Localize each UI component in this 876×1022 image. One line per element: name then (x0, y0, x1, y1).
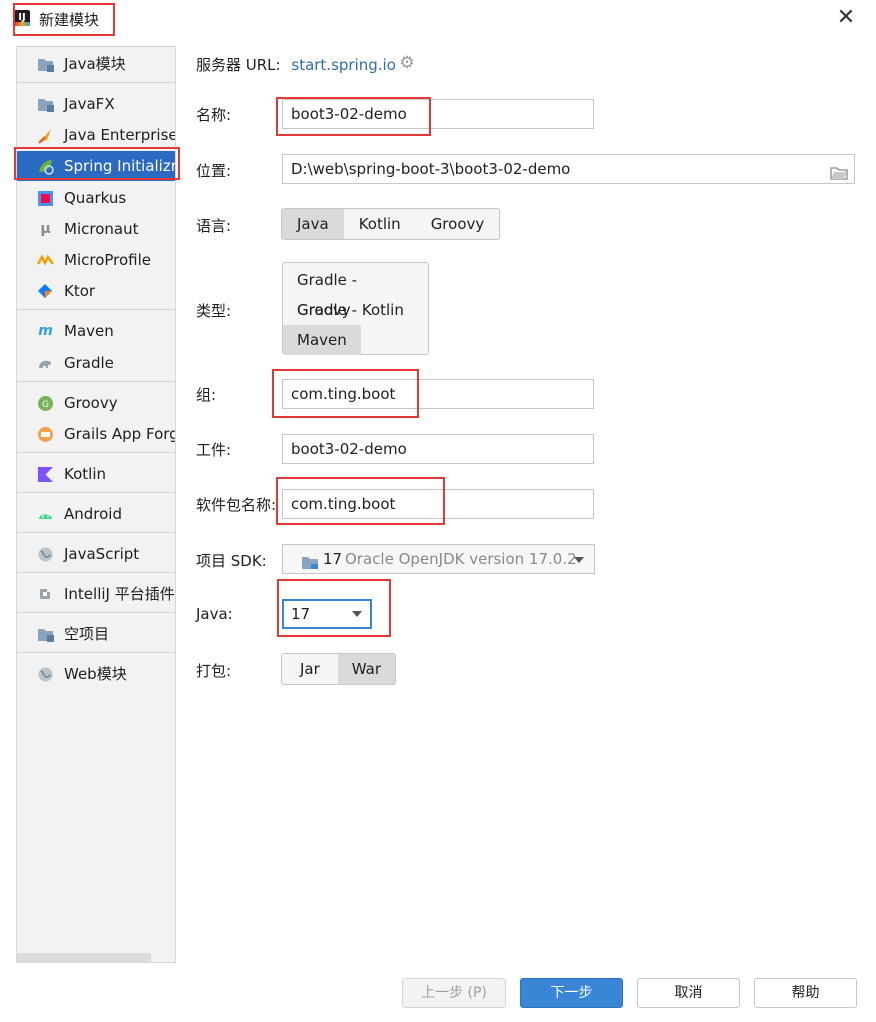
kotlin-icon (37, 466, 54, 483)
sdk-version: 17 (323, 550, 343, 568)
location-value: D:\web\spring-boot-3\boot3-02-demo (291, 160, 571, 178)
divider (17, 309, 175, 310)
sdk-folder-icon (301, 551, 319, 579)
artifact-label: 工件: (196, 441, 232, 459)
sidebar-item-gradle[interactable]: Gradle (17, 348, 175, 378)
divider (17, 381, 175, 382)
globe-icon (37, 546, 54, 563)
folder-icon (37, 56, 54, 73)
type-option-gradle-kotlin[interactable]: Gradle - Kotlin (283, 295, 418, 325)
sidebar-item-android[interactable]: Android (17, 499, 175, 529)
packaging-option-war[interactable]: War (337, 654, 396, 684)
horizontal-scrollbar[interactable] (17, 953, 151, 962)
sidebar-item-ktor[interactable]: Ktor (17, 276, 175, 306)
divider (17, 452, 175, 453)
next-button[interactable]: 下一步 (520, 978, 623, 1008)
language-option-kotlin[interactable]: Kotlin (344, 209, 416, 239)
language-option-java[interactable]: Java (282, 209, 344, 239)
language-option-groovy[interactable]: Groovy (416, 209, 500, 239)
spring-icon (37, 158, 54, 175)
sidebar-item-javafx[interactable]: JavaFX (17, 89, 175, 119)
sidebar-item-javascript[interactable]: JavaScript (17, 539, 175, 569)
sdk-label: 项目 SDK: (196, 552, 267, 570)
gradle-icon (37, 355, 54, 372)
group-label: 组: (196, 386, 217, 404)
microprofile-icon (36, 252, 55, 269)
folder-icon (37, 96, 54, 113)
quarkus-icon (37, 190, 54, 207)
sidebar-item-maven[interactable]: m Maven (17, 316, 175, 346)
packaging-option-jar[interactable]: Jar (282, 654, 338, 684)
artifact-field[interactable]: boot3-02-demo (282, 434, 594, 464)
type-label: 类型: (196, 302, 232, 320)
divider (17, 492, 175, 493)
chevron-down-icon (352, 611, 362, 617)
name-label: 名称: (196, 106, 232, 124)
packaging-segmented: Jar War (281, 653, 397, 685)
help-button[interactable]: 帮助 (754, 978, 857, 1008)
plugin-icon (37, 586, 54, 603)
sidebar-item-microprofile[interactable]: MicroProfile (17, 245, 175, 275)
type-option-gradle-groovy[interactable]: Gradle - Groovy (283, 265, 428, 319)
title-bar: IJ 新建模块 ✕ (0, 0, 876, 38)
divider (17, 612, 175, 613)
type-option-maven[interactable]: Maven (283, 325, 361, 355)
cancel-button[interactable]: 取消 (637, 978, 740, 1008)
gear-icon[interactable]: ⚙ (398, 54, 416, 72)
window-title: 新建模块 (39, 11, 100, 29)
groovy-icon: G (37, 395, 54, 412)
packaging-label: 打包: (196, 662, 232, 680)
divider (17, 532, 175, 533)
server-url-row: 服务器 URL: start.spring.io (196, 54, 396, 75)
server-url-label: 服务器 URL: (196, 56, 281, 74)
ktor-icon (37, 283, 54, 300)
sdk-combo[interactable]: 17 Oracle OpenJDK version 17.0.2 (282, 544, 595, 574)
sidebar-item-grails[interactable]: Grails App Forg (17, 419, 175, 449)
language-segmented: Java Kotlin Groovy (281, 208, 501, 240)
language-label: 语言: (196, 217, 232, 235)
group-field[interactable]: com.ting.boot (282, 379, 594, 409)
server-url-link[interactable]: start.spring.io (291, 56, 396, 74)
generator-list: Java模块 JavaFX Java Enterprise Spring Ini… (16, 46, 176, 963)
divider (17, 82, 175, 83)
java-version-value: 17 (291, 605, 311, 623)
svg-text:G: G (42, 400, 49, 410)
type-selector: Gradle - Groovy Gradle - Kotlin Maven (282, 262, 429, 355)
grails-icon (37, 426, 54, 443)
sidebar-item-java-enterprise[interactable]: Java Enterprise (17, 120, 175, 150)
intellij-app-icon: IJ (14, 10, 30, 26)
package-name-label: 软件包名称: (196, 496, 277, 514)
maven-icon: m (38, 323, 53, 339)
previous-button[interactable]: 上一步 (P) (402, 978, 506, 1008)
sidebar-item-empty-project[interactable]: 空项目 (17, 619, 175, 649)
browse-folder-icon[interactable] (830, 161, 848, 180)
globe-icon (37, 666, 54, 683)
java-label: Java: (196, 605, 233, 623)
sidebar-item-micronaut[interactable]: µ Micronaut (17, 214, 175, 244)
divider (17, 652, 175, 653)
close-icon[interactable]: ✕ (834, 6, 858, 30)
package-name-field[interactable]: com.ting.boot (282, 489, 594, 519)
sidebar-item-intellij-plugin[interactable]: IntelliJ 平台插件 (17, 579, 175, 609)
sdk-name: Oracle OpenJDK version 17.0.2 (345, 550, 577, 568)
location-field[interactable]: D:\web\spring-boot-3\boot3-02-demo (282, 154, 855, 184)
java-enterprise-icon (37, 127, 54, 144)
sidebar-item-groovy[interactable]: G Groovy (17, 388, 175, 418)
location-label: 位置: (196, 162, 232, 180)
sidebar-item-quarkus[interactable]: Quarkus (17, 183, 175, 213)
java-version-combo[interactable]: 17 (282, 599, 372, 629)
folder-icon (37, 626, 54, 643)
name-field[interactable]: boot3-02-demo (282, 99, 594, 129)
sidebar-item-kotlin[interactable]: Kotlin (17, 459, 175, 489)
sidebar-item-java-module[interactable]: Java模块 (17, 49, 175, 79)
sidebar-item-web-module[interactable]: Web模块 (17, 659, 175, 689)
micronaut-icon: µ (40, 221, 51, 237)
chevron-down-icon (574, 557, 584, 563)
sidebar-item-spring-initializr[interactable]: Spring Initializr (17, 151, 175, 181)
divider (17, 572, 175, 573)
android-icon (37, 506, 54, 523)
